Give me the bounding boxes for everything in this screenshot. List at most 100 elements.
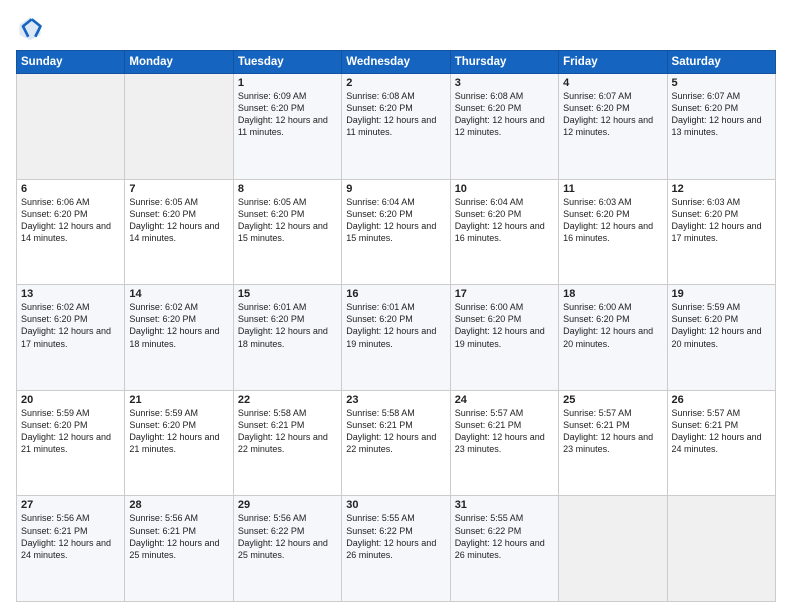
cell-info: Sunrise: 6:04 AM Sunset: 6:20 PM Dayligh… [346, 196, 445, 245]
cell-info: Sunrise: 6:08 AM Sunset: 6:20 PM Dayligh… [346, 90, 445, 139]
day-number: 20 [21, 394, 120, 406]
calendar-week-0: 1Sunrise: 6:09 AM Sunset: 6:20 PM Daylig… [17, 74, 776, 180]
calendar-cell: 22Sunrise: 5:58 AM Sunset: 6:21 PM Dayli… [233, 390, 341, 496]
cell-info: Sunrise: 5:57 AM Sunset: 6:21 PM Dayligh… [455, 407, 554, 456]
cell-info: Sunrise: 6:01 AM Sunset: 6:20 PM Dayligh… [346, 301, 445, 350]
calendar-cell: 9Sunrise: 6:04 AM Sunset: 6:20 PM Daylig… [342, 179, 450, 285]
day-number: 14 [129, 288, 228, 300]
calendar-cell [559, 496, 667, 602]
cell-info: Sunrise: 6:03 AM Sunset: 6:20 PM Dayligh… [672, 196, 771, 245]
day-header-monday: Monday [125, 51, 233, 74]
cell-info: Sunrise: 5:58 AM Sunset: 6:21 PM Dayligh… [238, 407, 337, 456]
cell-info: Sunrise: 6:00 AM Sunset: 6:20 PM Dayligh… [455, 301, 554, 350]
calendar-cell: 12Sunrise: 6:03 AM Sunset: 6:20 PM Dayli… [667, 179, 775, 285]
cell-info: Sunrise: 6:01 AM Sunset: 6:20 PM Dayligh… [238, 301, 337, 350]
cell-info: Sunrise: 5:59 AM Sunset: 6:20 PM Dayligh… [129, 407, 228, 456]
day-header-wednesday: Wednesday [342, 51, 450, 74]
cell-info: Sunrise: 5:56 AM Sunset: 6:21 PM Dayligh… [21, 512, 120, 561]
cell-info: Sunrise: 5:56 AM Sunset: 6:21 PM Dayligh… [129, 512, 228, 561]
day-number: 27 [21, 499, 120, 511]
calendar-cell: 24Sunrise: 5:57 AM Sunset: 6:21 PM Dayli… [450, 390, 558, 496]
cell-info: Sunrise: 6:05 AM Sunset: 6:20 PM Dayligh… [238, 196, 337, 245]
day-number: 19 [672, 288, 771, 300]
cell-info: Sunrise: 6:00 AM Sunset: 6:20 PM Dayligh… [563, 301, 662, 350]
calendar-cell: 30Sunrise: 5:55 AM Sunset: 6:22 PM Dayli… [342, 496, 450, 602]
calendar-week-2: 13Sunrise: 6:02 AM Sunset: 6:20 PM Dayli… [17, 285, 776, 391]
cell-info: Sunrise: 6:02 AM Sunset: 6:20 PM Dayligh… [129, 301, 228, 350]
day-number: 8 [238, 183, 337, 195]
day-number: 1 [238, 77, 337, 89]
day-number: 23 [346, 394, 445, 406]
day-number: 25 [563, 394, 662, 406]
day-number: 11 [563, 183, 662, 195]
cell-info: Sunrise: 5:57 AM Sunset: 6:21 PM Dayligh… [672, 407, 771, 456]
calendar-cell: 3Sunrise: 6:08 AM Sunset: 6:20 PM Daylig… [450, 74, 558, 180]
day-number: 3 [455, 77, 554, 89]
calendar-cell: 25Sunrise: 5:57 AM Sunset: 6:21 PM Dayli… [559, 390, 667, 496]
calendar-cell: 26Sunrise: 5:57 AM Sunset: 6:21 PM Dayli… [667, 390, 775, 496]
calendar-cell: 10Sunrise: 6:04 AM Sunset: 6:20 PM Dayli… [450, 179, 558, 285]
day-number: 10 [455, 183, 554, 195]
calendar-cell: 1Sunrise: 6:09 AM Sunset: 6:20 PM Daylig… [233, 74, 341, 180]
calendar-week-1: 6Sunrise: 6:06 AM Sunset: 6:20 PM Daylig… [17, 179, 776, 285]
day-number: 24 [455, 394, 554, 406]
calendar-cell: 18Sunrise: 6:00 AM Sunset: 6:20 PM Dayli… [559, 285, 667, 391]
calendar-cell: 16Sunrise: 6:01 AM Sunset: 6:20 PM Dayli… [342, 285, 450, 391]
calendar-header-row: SundayMondayTuesdayWednesdayThursdayFrid… [17, 51, 776, 74]
calendar-cell: 8Sunrise: 6:05 AM Sunset: 6:20 PM Daylig… [233, 179, 341, 285]
calendar-cell [125, 74, 233, 180]
calendar-cell: 11Sunrise: 6:03 AM Sunset: 6:20 PM Dayli… [559, 179, 667, 285]
day-number: 4 [563, 77, 662, 89]
day-number: 28 [129, 499, 228, 511]
calendar-cell: 20Sunrise: 5:59 AM Sunset: 6:20 PM Dayli… [17, 390, 125, 496]
calendar-cell: 4Sunrise: 6:07 AM Sunset: 6:20 PM Daylig… [559, 74, 667, 180]
cell-info: Sunrise: 6:09 AM Sunset: 6:20 PM Dayligh… [238, 90, 337, 139]
header [16, 14, 776, 42]
calendar-week-3: 20Sunrise: 5:59 AM Sunset: 6:20 PM Dayli… [17, 390, 776, 496]
day-number: 2 [346, 77, 445, 89]
day-header-tuesday: Tuesday [233, 51, 341, 74]
cell-info: Sunrise: 6:04 AM Sunset: 6:20 PM Dayligh… [455, 196, 554, 245]
day-number: 31 [455, 499, 554, 511]
calendar-cell: 27Sunrise: 5:56 AM Sunset: 6:21 PM Dayli… [17, 496, 125, 602]
cell-info: Sunrise: 6:08 AM Sunset: 6:20 PM Dayligh… [455, 90, 554, 139]
cell-info: Sunrise: 6:03 AM Sunset: 6:20 PM Dayligh… [563, 196, 662, 245]
cell-info: Sunrise: 6:07 AM Sunset: 6:20 PM Dayligh… [563, 90, 662, 139]
cell-info: Sunrise: 6:02 AM Sunset: 6:20 PM Dayligh… [21, 301, 120, 350]
cell-info: Sunrise: 6:05 AM Sunset: 6:20 PM Dayligh… [129, 196, 228, 245]
day-number: 13 [21, 288, 120, 300]
day-number: 22 [238, 394, 337, 406]
cell-info: Sunrise: 5:59 AM Sunset: 6:20 PM Dayligh… [672, 301, 771, 350]
day-header-friday: Friday [559, 51, 667, 74]
day-number: 15 [238, 288, 337, 300]
day-number: 21 [129, 394, 228, 406]
cell-info: Sunrise: 6:06 AM Sunset: 6:20 PM Dayligh… [21, 196, 120, 245]
calendar-cell [667, 496, 775, 602]
cell-info: Sunrise: 5:57 AM Sunset: 6:21 PM Dayligh… [563, 407, 662, 456]
cell-info: Sunrise: 5:55 AM Sunset: 6:22 PM Dayligh… [455, 512, 554, 561]
day-number: 17 [455, 288, 554, 300]
calendar-cell: 23Sunrise: 5:58 AM Sunset: 6:21 PM Dayli… [342, 390, 450, 496]
day-number: 26 [672, 394, 771, 406]
cell-info: Sunrise: 5:58 AM Sunset: 6:21 PM Dayligh… [346, 407, 445, 456]
day-number: 6 [21, 183, 120, 195]
cell-info: Sunrise: 5:59 AM Sunset: 6:20 PM Dayligh… [21, 407, 120, 456]
day-header-thursday: Thursday [450, 51, 558, 74]
calendar-cell: 31Sunrise: 5:55 AM Sunset: 6:22 PM Dayli… [450, 496, 558, 602]
calendar-cell: 13Sunrise: 6:02 AM Sunset: 6:20 PM Dayli… [17, 285, 125, 391]
day-number: 5 [672, 77, 771, 89]
calendar-table: SundayMondayTuesdayWednesdayThursdayFrid… [16, 50, 776, 602]
calendar-cell: 19Sunrise: 5:59 AM Sunset: 6:20 PM Dayli… [667, 285, 775, 391]
page: SundayMondayTuesdayWednesdayThursdayFrid… [0, 0, 792, 612]
cell-info: Sunrise: 5:55 AM Sunset: 6:22 PM Dayligh… [346, 512, 445, 561]
day-header-saturday: Saturday [667, 51, 775, 74]
day-number: 29 [238, 499, 337, 511]
day-number: 18 [563, 288, 662, 300]
calendar-cell: 17Sunrise: 6:00 AM Sunset: 6:20 PM Dayli… [450, 285, 558, 391]
calendar-week-4: 27Sunrise: 5:56 AM Sunset: 6:21 PM Dayli… [17, 496, 776, 602]
day-number: 16 [346, 288, 445, 300]
logo [16, 14, 48, 42]
calendar-cell: 29Sunrise: 5:56 AM Sunset: 6:22 PM Dayli… [233, 496, 341, 602]
calendar-cell: 5Sunrise: 6:07 AM Sunset: 6:20 PM Daylig… [667, 74, 775, 180]
day-number: 30 [346, 499, 445, 511]
